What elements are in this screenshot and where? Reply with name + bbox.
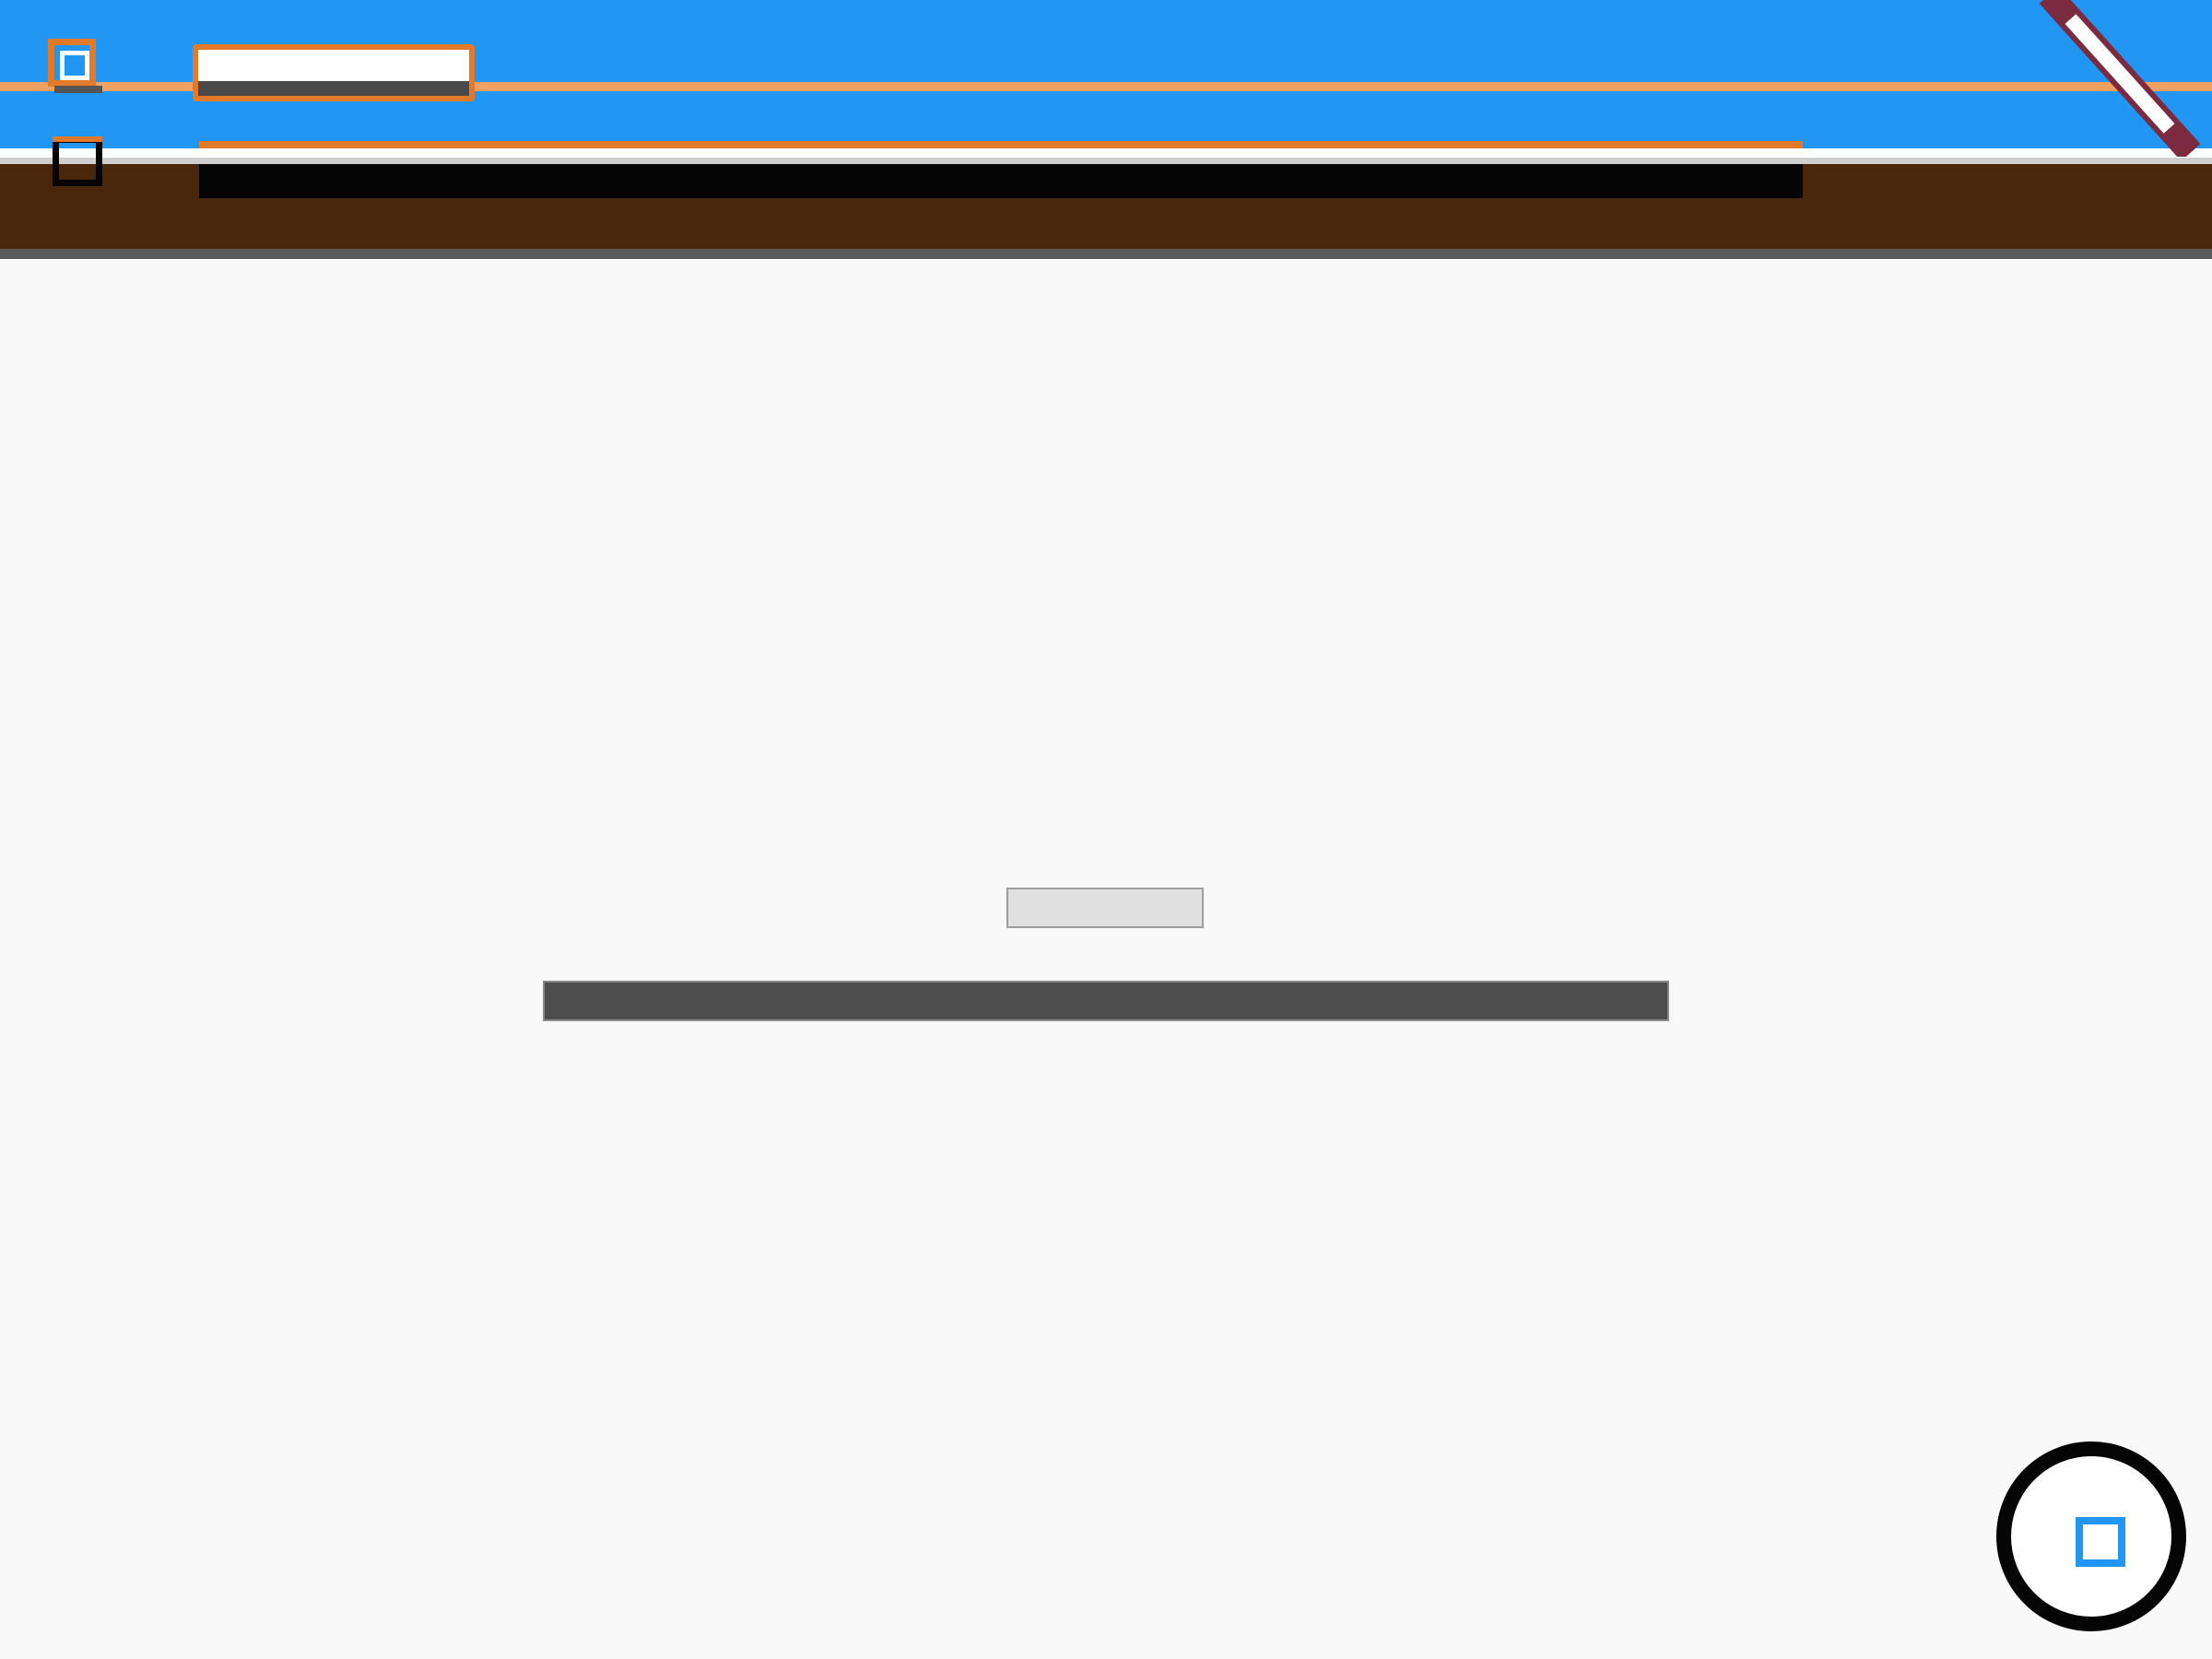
status-chip: [1006, 888, 1204, 928]
tab-indicator: [199, 141, 1803, 148]
floating-action-button[interactable]: [1996, 1441, 2186, 1631]
message-bar: [543, 981, 1669, 1021]
menu-button[interactable]: [48, 39, 102, 93]
header-divider: [0, 148, 2212, 158]
pencil-icon-graphic: [2039, 0, 2201, 157]
square-icon: [2076, 1517, 2125, 1567]
menu-square-icon: [60, 51, 89, 80]
menu-button-shadow: [54, 86, 102, 93]
title-input[interactable]: [193, 44, 475, 101]
app-window: [0, 0, 2212, 1659]
header-divider-shadow: [0, 158, 2212, 164]
toolbar-bar[interactable]: [199, 164, 1803, 198]
app-header: [0, 0, 2212, 249]
toggle-button[interactable]: [53, 136, 102, 186]
header-bottom-border: [0, 249, 2212, 259]
pencil-icon[interactable]: [2028, 0, 2212, 157]
title-input-underline: [198, 81, 469, 96]
